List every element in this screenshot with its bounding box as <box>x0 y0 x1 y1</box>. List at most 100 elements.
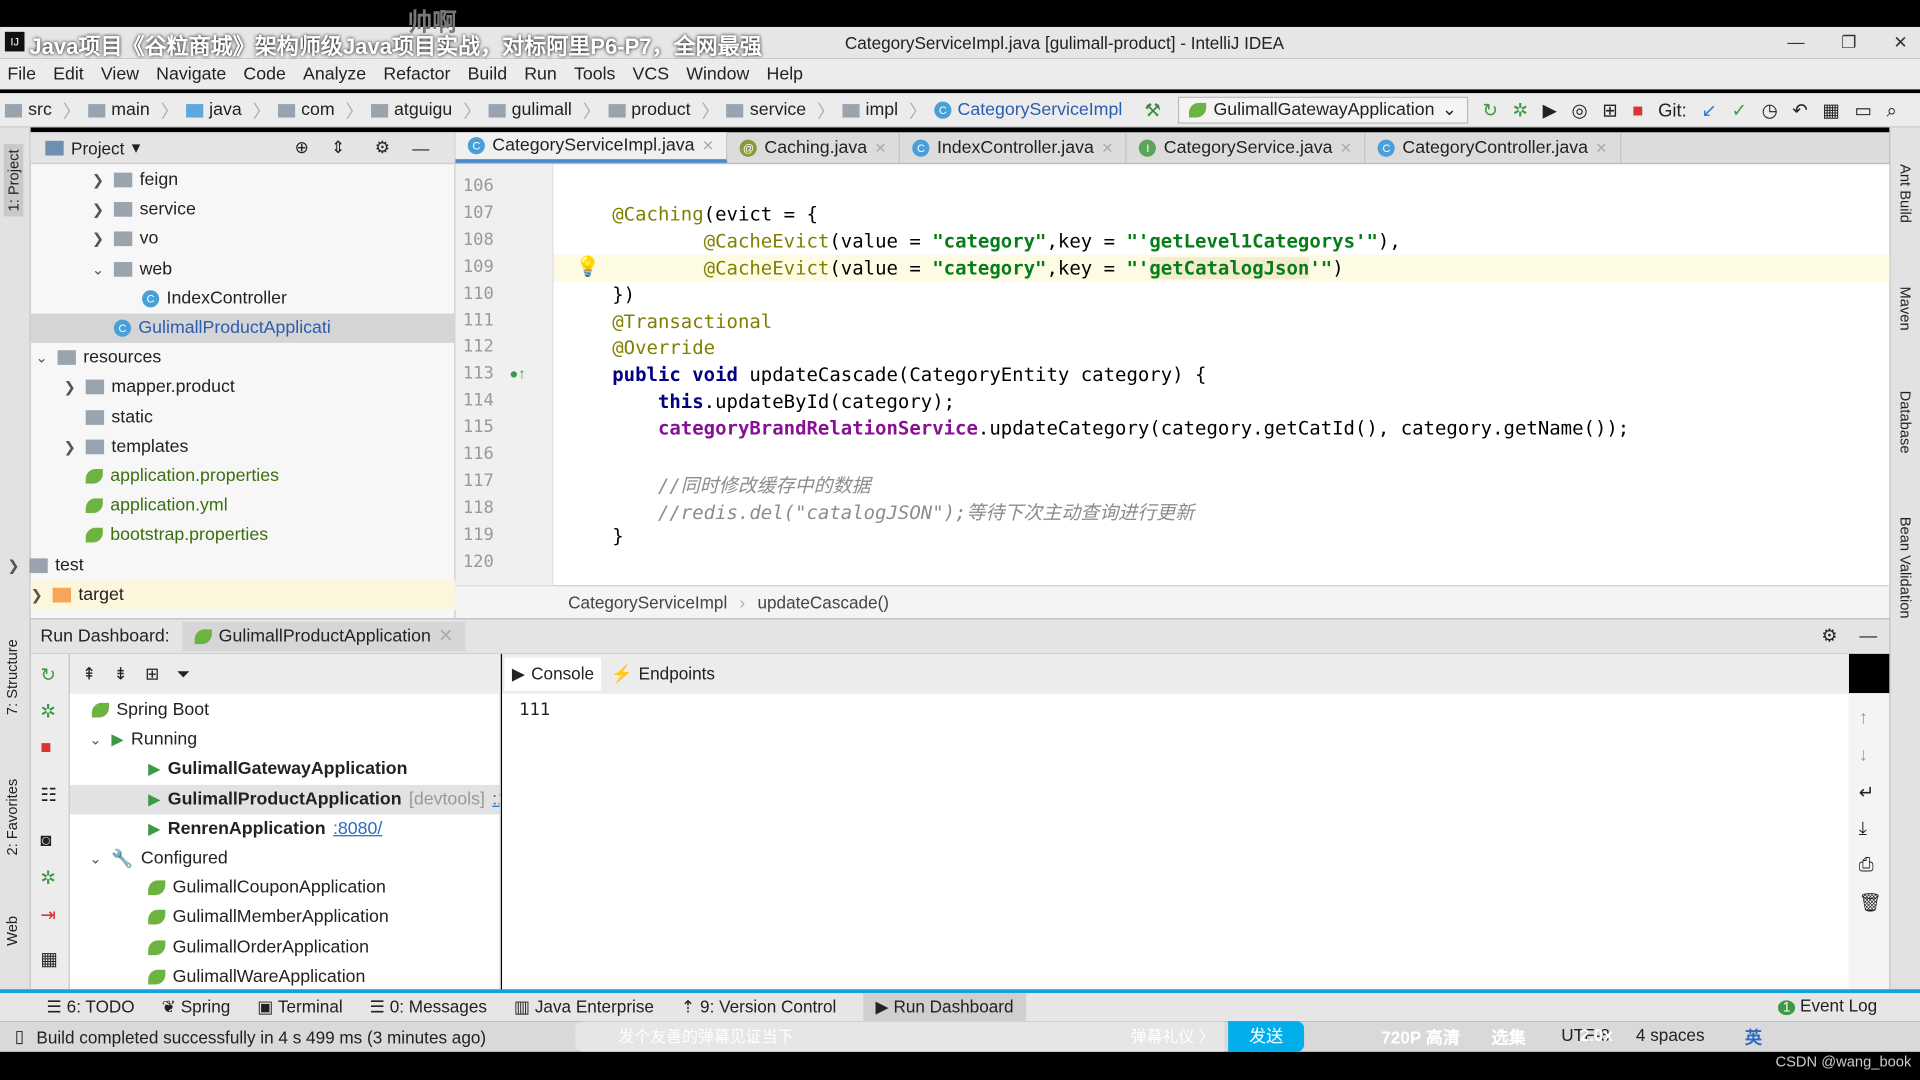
menu-vcs[interactable]: VCS <box>633 64 670 84</box>
tab-categoryservice-java[interactable]: I CategoryService.java ✕ <box>1127 132 1366 163</box>
tab-categoryserviceimpl-java[interactable]: C CategoryServiceImpl.java ✕ <box>455 132 728 163</box>
project-tree-item[interactable]: ❯ service <box>92 195 196 224</box>
run-tree-item[interactable]: ⌄ ▶ Running <box>70 725 500 754</box>
restore-button[interactable]: ❐ <box>1841 32 1856 53</box>
project-structure-icon[interactable]: ▦ <box>1822 99 1839 121</box>
attach-debugger-icon[interactable]: ⊞ <box>1602 99 1617 121</box>
run-dashboard-tab[interactable]: GulimallProductApplication ✕ <box>181 622 466 652</box>
minimize-button[interactable]: — <box>1787 32 1804 53</box>
breadcrumb-impl[interactable]: impl 〉 <box>842 97 927 123</box>
group-icon[interactable]: ☷ <box>40 784 56 806</box>
layout-icon[interactable]: ▭ <box>1854 99 1871 121</box>
menu-tools[interactable]: Tools <box>574 64 615 84</box>
bottom-tab-terminal[interactable]: ▣ Terminal <box>257 997 342 1018</box>
chevron-right-icon[interactable]: ❯ <box>7 557 22 574</box>
layout-icon[interactable]: ▦ <box>40 948 57 970</box>
camera-icon[interactable]: ◙ <box>40 830 51 851</box>
project-tree-item[interactable]: C IndexController <box>120 284 287 313</box>
breadcrumb-class[interactable]: CategoryServiceImpl <box>568 593 727 613</box>
run-config-dropdown[interactable]: GulimallGatewayApplication ⌄ <box>1177 96 1468 124</box>
stop-icon[interactable]: ■ <box>40 737 51 758</box>
speed-selector[interactable]: 2.0x <box>1580 1025 1613 1045</box>
print-icon[interactable]: ⎙ <box>1859 855 1874 876</box>
project-tree-item[interactable]: ❯ test <box>7 551 83 580</box>
lightbulb-icon[interactable]: 💡 <box>576 255 600 279</box>
debug-config-icon[interactable]: ✲ <box>40 867 55 889</box>
status-toggle-icon[interactable]: ▯ <box>15 1026 24 1047</box>
menu-code[interactable]: Code <box>243 64 285 84</box>
tab-indexcontroller-java[interactable]: C IndexController.java ✕ <box>900 132 1128 163</box>
project-view-dropdown[interactable]: Project <box>71 138 124 158</box>
bottom-tab-java-enterprise[interactable]: ▥ Java Enterprise <box>514 997 654 1018</box>
git-update-icon[interactable]: ↙ <box>1701 99 1716 121</box>
tool-window-project[interactable]: 1: Project <box>3 144 24 217</box>
chevron-right-icon[interactable]: ❯ <box>64 438 79 455</box>
rerun-icon[interactable]: ↻ <box>1482 99 1497 121</box>
menu-help[interactable]: Help <box>767 64 804 84</box>
breadcrumb-product[interactable]: product 〉 <box>608 97 719 123</box>
tool-window-structure[interactable]: 7: Structure <box>4 639 21 715</box>
chevron-down-icon[interactable]: ⌄ <box>36 349 51 366</box>
menu-view[interactable]: View <box>101 64 139 84</box>
breadcrumb-method[interactable]: updateCascade() <box>757 593 889 613</box>
project-tree-item[interactable]: ❯ feign <box>92 165 178 194</box>
bottom-tab-run-dashboard[interactable]: ▶ Run Dashboard <box>863 993 1026 1022</box>
breadcrumb-com[interactable]: com 〉 <box>277 97 363 123</box>
chevron-right-icon[interactable]: ❯ <box>92 201 107 218</box>
run-tree-item[interactable]: Spring Boot <box>70 696 500 725</box>
stop-icon[interactable]: ■ <box>1632 100 1643 121</box>
breadcrumb-service[interactable]: service 〉 <box>726 97 835 123</box>
filter-icon[interactable]: ⏷ <box>177 663 191 684</box>
menu-build[interactable]: Build <box>468 64 507 84</box>
episodes-button[interactable]: 选集 <box>1491 1025 1525 1049</box>
chevron-right-icon[interactable]: ❯ <box>92 171 107 188</box>
collapse-all-icon[interactable]: ⇟ <box>114 663 128 684</box>
debug-icon[interactable]: ✲ <box>40 700 55 723</box>
tool-window-database[interactable]: Database <box>1897 391 1914 454</box>
project-tree-item[interactable]: ❯ mapper.product <box>64 373 235 402</box>
history-icon[interactable]: ◷ <box>1762 99 1778 121</box>
coverage-icon[interactable]: ▶ <box>1543 99 1557 121</box>
expand-all-icon[interactable]: ⇞ <box>82 663 96 684</box>
scroll-down-icon[interactable]: ↓ <box>1859 744 1868 765</box>
bottom-tab-0-messages[interactable]: ☰ 0: Messages <box>370 997 487 1018</box>
hide-icon[interactable]: — <box>412 138 429 158</box>
menu-refactor[interactable]: Refactor <box>383 64 450 84</box>
run-tree-item[interactable]: ⌄ 🔧 Configured <box>70 844 500 873</box>
project-tree-item[interactable]: ❯ target <box>30 580 456 610</box>
breadcrumb-main[interactable]: main 〉 <box>87 97 179 123</box>
chevron-down-icon[interactable]: ⌄ <box>89 850 104 867</box>
debug-icon[interactable]: ✲ <box>1513 99 1528 121</box>
quality-selector[interactable]: 720P 高清 <box>1381 1025 1460 1049</box>
send-danmaku-button[interactable]: 发送 <box>1228 1021 1305 1052</box>
project-tree-item[interactable]: C GulimallProductApplicati <box>30 313 456 343</box>
revert-icon[interactable]: ↶ <box>1792 99 1807 121</box>
git-commit-icon[interactable]: ✓ <box>1731 99 1746 121</box>
input-method-indicator[interactable]: 英 <box>1745 1025 1762 1049</box>
chevron-down-icon[interactable]: ⌄ <box>89 731 104 748</box>
trash-icon[interactable]: 🗑 <box>1859 891 1882 914</box>
code-editor[interactable]: 💡 ●↑ 106 107 @Caching(evict = {108 @CacheE… <box>455 164 1890 586</box>
console-output[interactable]: 111 <box>502 693 1849 990</box>
run-tree-item[interactable]: ▶ GulimallProductApplication [devtools]:10… <box>69 784 500 814</box>
run-tree-item[interactable]: GulimallMemberApplication <box>70 903 500 932</box>
bottom-tab-6-todo[interactable]: ☰ 6: TODO <box>47 997 135 1018</box>
tab-categorycontroller-java[interactable]: C CategoryController.java ✕ <box>1366 132 1622 163</box>
chevron-right-icon[interactable]: ❯ <box>64 379 79 396</box>
soft-wrap-icon[interactable]: ↵ <box>1859 781 1874 803</box>
danmaku-etiquette-link[interactable]: 弹幕礼仪 〉 <box>1131 1021 1215 1052</box>
group-by-icon[interactable]: ⊞ <box>145 663 159 684</box>
close-icon[interactable]: ✕ <box>438 627 453 647</box>
chevron-right-icon[interactable]: ❯ <box>92 231 107 248</box>
run-tree-item[interactable]: ▶ RenrenApplication:8080/ <box>70 814 500 843</box>
tool-window-maven[interactable]: Maven <box>1897 287 1914 331</box>
breadcrumb-categoryserviceimpl[interactable]: C CategoryServiceImpl <box>934 97 1122 123</box>
chevron-down-icon[interactable]: ⌄ <box>92 260 107 277</box>
port-link[interactable]: :8080/ <box>333 819 382 839</box>
build-hammer-icon[interactable]: ⚒ <box>1144 99 1160 121</box>
tab-endpoints[interactable]: ⚡ Endpoints <box>604 657 722 690</box>
scroll-up-icon[interactable]: ↑ <box>1859 708 1868 729</box>
menu-edit[interactable]: Edit <box>53 64 84 84</box>
menu-file[interactable]: File <box>7 64 36 84</box>
close-icon[interactable]: ✕ <box>1340 139 1352 156</box>
